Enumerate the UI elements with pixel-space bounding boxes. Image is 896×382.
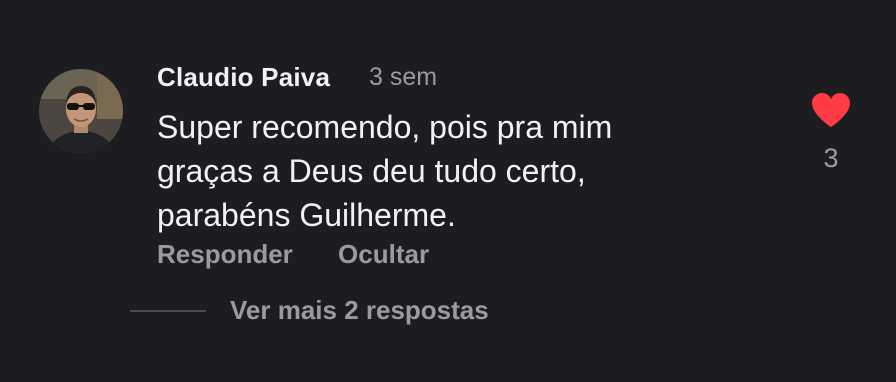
comment-text-line: parabéns Guilherme. [157, 197, 456, 233]
comment-actions: Responder Ocultar [157, 239, 429, 270]
reply-button[interactable]: Responder [157, 239, 293, 270]
like-button[interactable] [806, 92, 856, 133]
comment-timestamp: 3 sem [369, 63, 438, 91]
comment-text-line: Super recomendo, pois pra mim [157, 109, 613, 145]
avatar[interactable] [39, 69, 123, 153]
comment-text: Super recomendo, pois pra mim graças a D… [157, 105, 717, 237]
view-more-replies-label: Ver mais 2 respostas [230, 295, 489, 325]
replies-divider [130, 309, 206, 312]
comment-item: Claudio Paiva 3 sem Super recomendo, poi… [0, 0, 896, 382]
view-more-replies[interactable]: Ver mais 2 respostas [130, 295, 489, 326]
heart-icon [812, 93, 850, 127]
comment-text-line: graças a Deus deu tudo certo, [157, 153, 586, 189]
avatar-image [39, 69, 123, 153]
hide-button[interactable]: Ocultar [338, 239, 429, 270]
like-count: 3 [823, 143, 839, 173]
author-name[interactable]: Claudio Paiva [157, 62, 330, 93]
